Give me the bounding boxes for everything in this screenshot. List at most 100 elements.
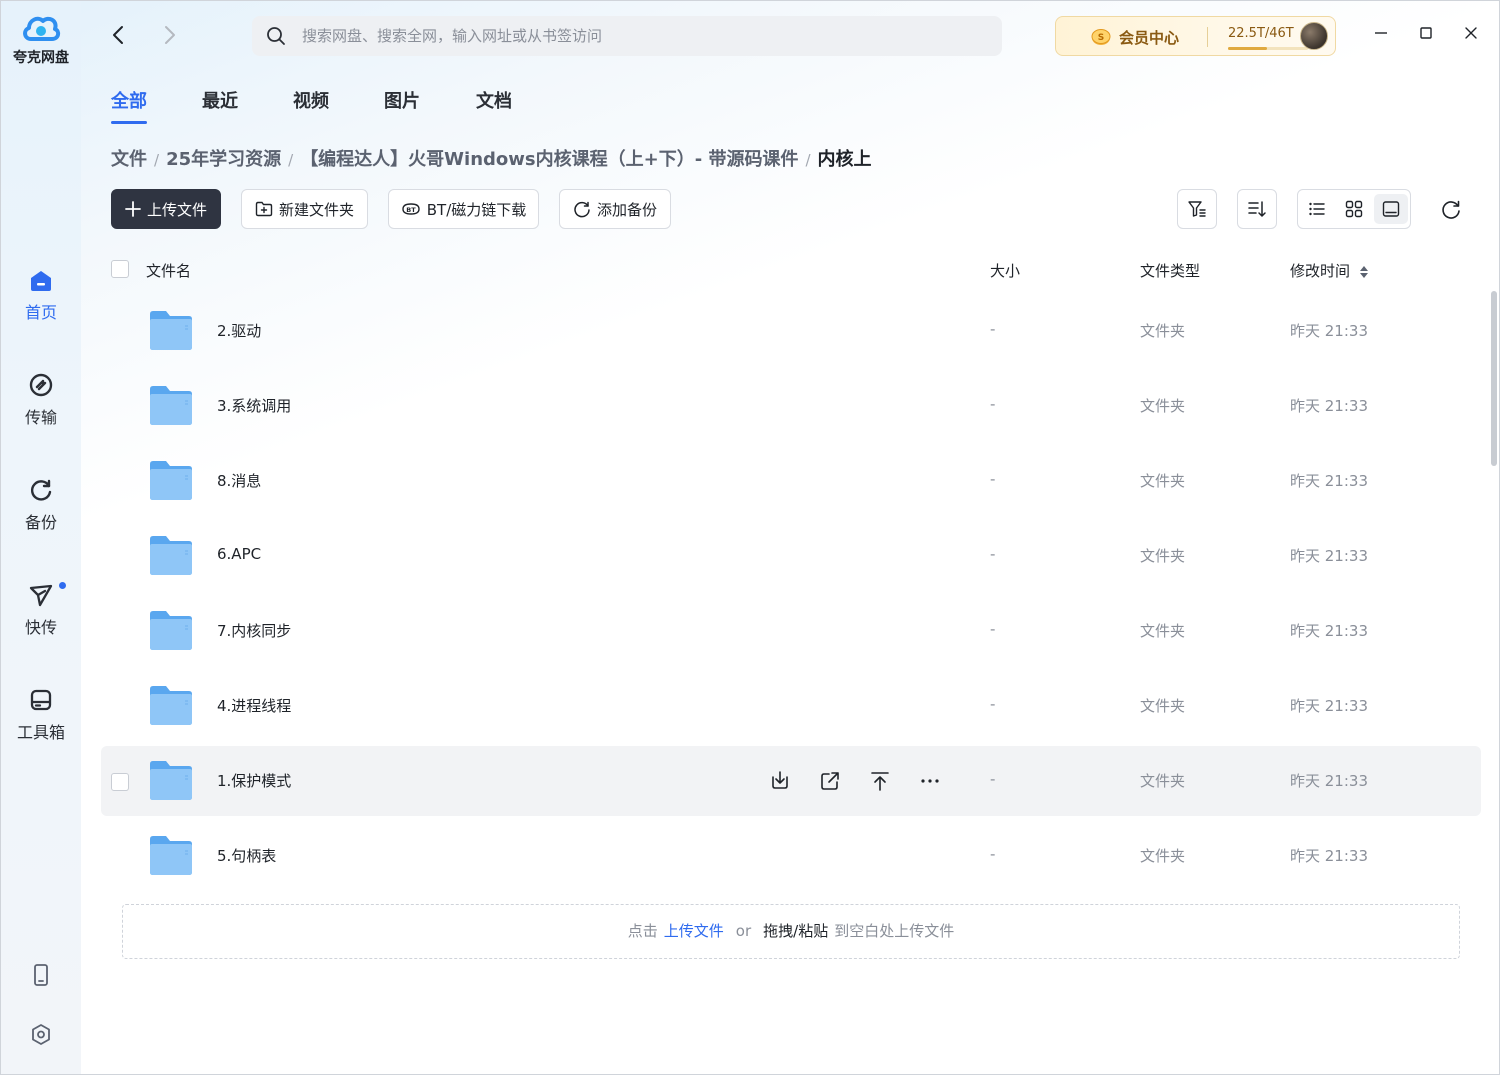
- file-modified-time: 昨天 21:33: [1290, 397, 1368, 415]
- view-mode-switcher: [1297, 189, 1411, 229]
- tab-all[interactable]: 全部: [111, 87, 147, 124]
- table-row[interactable]: 1.保护模式 - 文件夹 昨天 21:33: [101, 746, 1481, 816]
- grid-view-button[interactable]: [1337, 194, 1371, 224]
- more-options-button[interactable]: [917, 768, 943, 794]
- file-name[interactable]: 7.内核同步: [217, 620, 291, 641]
- breadcrumb-separator: /: [154, 151, 160, 169]
- forward-button[interactable]: [157, 23, 181, 47]
- upload-to-top-icon: [871, 772, 889, 791]
- active-tab-indicator: [111, 121, 147, 124]
- file-name[interactable]: 6.APC: [217, 545, 261, 563]
- table-row[interactable]: 8.消息 - 文件夹 昨天 21:33: [101, 446, 1481, 516]
- vip-center-button[interactable]: S 会员中心 22.5T/46T: [1055, 16, 1336, 56]
- avatar[interactable]: [1300, 22, 1328, 50]
- column-header-size[interactable]: 大小: [990, 260, 1020, 281]
- sidebar-item-quick-send[interactable]: 快传: [1, 582, 81, 638]
- column-header-name[interactable]: 文件名: [146, 260, 191, 281]
- table-row[interactable]: 2.驱动 - 文件夹 昨天 21:33: [101, 296, 1481, 366]
- refresh-button[interactable]: [1439, 197, 1463, 225]
- file-size: -: [990, 620, 996, 638]
- upload-drop-zone[interactable]: 点击 上传文件 or 拖拽/粘贴 到空白处上传文件: [122, 904, 1460, 959]
- file-modified-time: 昨天 21:33: [1290, 472, 1368, 490]
- close-icon: [1465, 27, 1477, 39]
- download-button[interactable]: [767, 768, 793, 794]
- filter-button[interactable]: [1177, 189, 1217, 229]
- share-icon: [821, 772, 839, 790]
- breadcrumb-item[interactable]: 25年学习资源: [166, 149, 281, 170]
- sidebar: 夸克网盘 首页 传输 备份 快传 工具箱: [1, 1, 81, 1074]
- minimize-icon: [1375, 32, 1387, 34]
- grid-view-icon: [1345, 200, 1363, 218]
- app-window: 夸克网盘 首页 传输 备份 快传 工具箱 搜索网盘、搜索全网，输入网址或从书签访…: [0, 0, 1500, 1075]
- sidebar-item-label: 工具箱: [16, 723, 65, 742]
- search-icon: [267, 27, 285, 45]
- new-folder-label: 新建文件夹: [278, 200, 354, 219]
- file-name[interactable]: 1.保护模式: [217, 770, 291, 791]
- file-modified-time: 昨天 21:33: [1290, 772, 1368, 790]
- cloud-logo-icon: [23, 16, 61, 41]
- settings-button[interactable]: [1, 1023, 81, 1047]
- folder-icon: [150, 461, 192, 500]
- sidebar-item-label: 首页: [24, 303, 57, 322]
- sidebar-item-home[interactable]: 首页: [1, 267, 81, 323]
- file-name[interactable]: 4.进程线程: [217, 695, 291, 716]
- file-size: -: [990, 395, 996, 413]
- table-row[interactable]: 6.APC - 文件夹 昨天 21:33: [101, 521, 1481, 591]
- file-size: -: [990, 695, 996, 713]
- maximize-button[interactable]: [1418, 25, 1434, 45]
- folder-thumbnail: [148, 458, 194, 506]
- breadcrumb-item[interactable]: 【编程达人】火哥Windows内核课程（上+下）- 带源码课件: [300, 149, 798, 170]
- tab-documents[interactable]: 文档: [476, 87, 512, 113]
- move-to-top-button[interactable]: [867, 768, 893, 794]
- file-name[interactable]: 2.驱动: [217, 320, 261, 341]
- file-type: 文件夹: [1140, 622, 1186, 640]
- table-row[interactable]: 5.句柄表 - 文件夹 昨天 21:33: [101, 821, 1481, 891]
- preview-view-button[interactable]: [1374, 194, 1408, 224]
- upload-button[interactable]: 上传文件: [111, 189, 221, 229]
- file-name[interactable]: 5.句柄表: [217, 845, 276, 866]
- list-view-button[interactable]: [1300, 194, 1334, 224]
- storage-progress-bar: [1228, 47, 1308, 50]
- new-folder-button[interactable]: 新建文件夹: [241, 189, 368, 229]
- vertical-scrollbar[interactable]: [1491, 291, 1497, 466]
- breadcrumb-item[interactable]: 文件: [111, 149, 147, 170]
- table-row[interactable]: 4.进程线程 - 文件夹 昨天 21:33: [101, 671, 1481, 741]
- dropzone-suffix: 到空白处上传文件: [834, 922, 955, 940]
- close-button[interactable]: [1463, 25, 1479, 45]
- table-row[interactable]: 7.内核同步 - 文件夹 昨天 21:33: [101, 596, 1481, 666]
- file-size: -: [990, 845, 996, 863]
- share-button[interactable]: [817, 768, 843, 794]
- minimize-button[interactable]: [1373, 25, 1389, 45]
- bt-download-button[interactable]: BT BT/磁力链下载: [388, 189, 539, 229]
- table-row[interactable]: 3.系统调用 - 文件夹 昨天 21:33: [101, 371, 1481, 441]
- row-checkbox[interactable]: [111, 773, 129, 791]
- folder-thumbnail: [148, 608, 194, 656]
- file-name[interactable]: 3.系统调用: [217, 395, 291, 416]
- file-name[interactable]: 8.消息: [217, 470, 261, 491]
- mobile-app-button[interactable]: [1, 963, 81, 987]
- file-table-header: 文件名 大小 文件类型 修改时间: [101, 251, 1481, 287]
- vip-divider: [1207, 27, 1208, 47]
- file-size: -: [990, 545, 996, 563]
- column-header-type[interactable]: 文件类型: [1140, 260, 1200, 281]
- new-folder-icon: [255, 201, 273, 217]
- tab-video[interactable]: 视频: [293, 87, 329, 113]
- sidebar-item-backup[interactable]: 备份: [1, 477, 81, 533]
- add-backup-label: 添加备份: [596, 200, 657, 219]
- dropzone-upload-link[interactable]: 上传文件: [664, 922, 724, 940]
- sidebar-item-transfer[interactable]: 传输: [1, 372, 81, 428]
- search-input[interactable]: [302, 16, 982, 56]
- phone-icon: [34, 964, 48, 986]
- sidebar-item-toolbox[interactable]: 工具箱: [1, 687, 81, 743]
- tab-images[interactable]: 图片: [384, 87, 420, 113]
- add-backup-button[interactable]: 添加备份: [559, 189, 671, 229]
- back-button[interactable]: [107, 23, 131, 47]
- file-type: 文件夹: [1140, 847, 1186, 865]
- dropzone-drag-paste: 拖拽/粘贴: [763, 922, 829, 940]
- folder-icon: [150, 311, 192, 350]
- sort-button[interactable]: [1237, 189, 1277, 229]
- select-all-checkbox[interactable]: [111, 260, 129, 278]
- svg-text:S: S: [1098, 33, 1104, 43]
- tab-recent[interactable]: 最近: [202, 87, 238, 113]
- column-header-modified[interactable]: 修改时间: [1290, 260, 1369, 281]
